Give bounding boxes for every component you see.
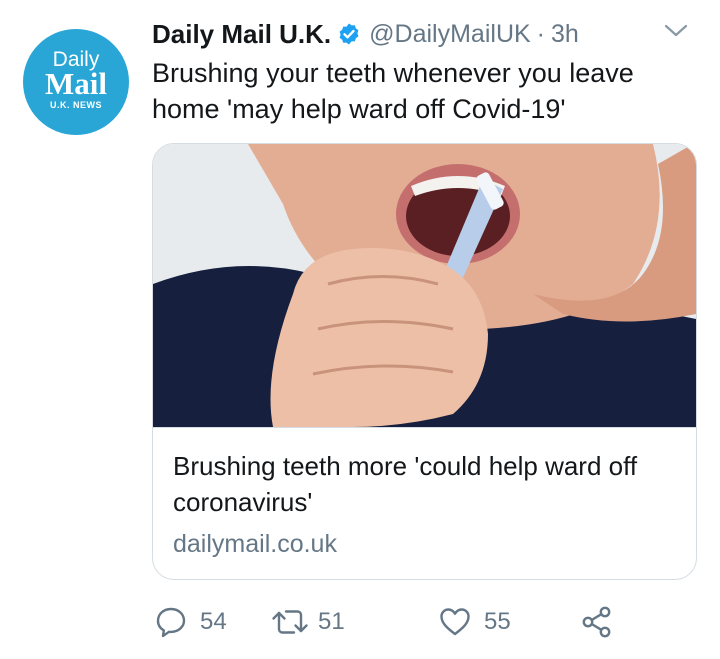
tweet-text: Brushing your teeth whenever you leave h… xyxy=(152,58,634,124)
heart-icon xyxy=(438,605,472,639)
reply-icon xyxy=(154,605,188,639)
card-domain: dailymail.co.uk xyxy=(173,530,337,558)
verified-badge-icon xyxy=(337,22,361,46)
avatar-logo-mail: Mail xyxy=(45,65,107,101)
display-name[interactable]: Daily Mail U.K. xyxy=(152,19,331,50)
link-card[interactable]: Brushing teeth more 'could help ward off… xyxy=(152,143,697,580)
retweet-button[interactable]: 51 xyxy=(270,600,345,644)
like-button[interactable]: 55 xyxy=(438,600,511,644)
avatar[interactable]: Daily Mail U.K. NEWS xyxy=(23,29,129,135)
share-button[interactable] xyxy=(580,600,614,644)
card-title: Brushing teeth more 'could help ward off… xyxy=(173,451,638,517)
card-body: Brushing teeth more 'could help ward off… xyxy=(153,427,696,579)
chevron-down-icon[interactable] xyxy=(663,22,689,40)
like-count: 55 xyxy=(484,608,511,635)
card-image xyxy=(153,144,696,427)
timestamp[interactable]: 3h xyxy=(551,20,579,49)
reply-count: 54 xyxy=(200,608,227,635)
user-handle[interactable]: @DailyMailUK xyxy=(369,20,531,49)
share-icon xyxy=(580,605,614,639)
retweet-icon xyxy=(270,605,310,639)
tweet-actions: 54 51 55 xyxy=(152,600,632,644)
retweet-count: 51 xyxy=(318,608,345,635)
tweet-header: Daily Mail U.K. @DailyMailUK · 3h xyxy=(152,14,702,54)
avatar-logo-news: U.K. NEWS xyxy=(49,99,102,110)
reply-button[interactable]: 54 xyxy=(154,600,227,644)
tweet[interactable]: Daily Mail U.K. NEWS Daily Mail U.K. @Da… xyxy=(0,0,720,659)
separator-dot: · xyxy=(536,19,545,48)
